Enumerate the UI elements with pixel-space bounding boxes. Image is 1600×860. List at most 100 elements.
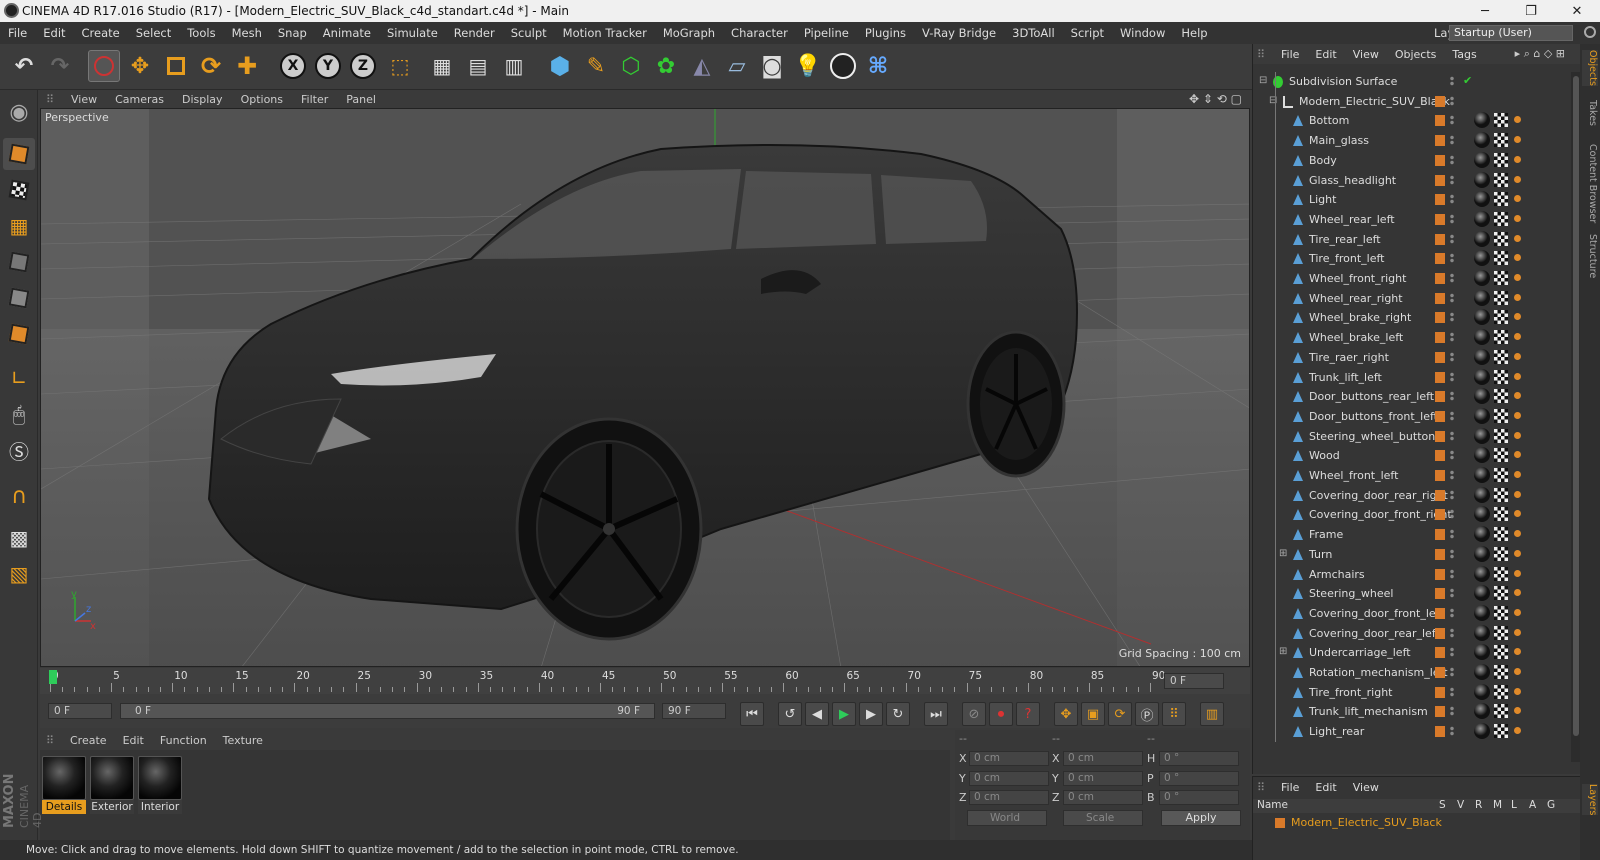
object-manager-tools-icons[interactable]: ▸ ⌕ ⌂ ◇ ⊞ xyxy=(1515,47,1565,61)
texture-tag-icon[interactable] xyxy=(1494,586,1508,601)
object-menu-objects[interactable]: Objects xyxy=(1387,48,1445,61)
python-script-icon[interactable]: ⌘ xyxy=(862,50,894,82)
material-tag-icon[interactable] xyxy=(1474,526,1490,543)
material-tag-icon[interactable] xyxy=(1474,427,1490,444)
visibility-dots-icon[interactable] xyxy=(1450,489,1454,500)
record-position-icon[interactable]: ⊘ xyxy=(962,702,986,726)
material-tag-icon[interactable] xyxy=(1474,171,1490,188)
texture-tag-icon[interactable] xyxy=(1494,389,1508,404)
visibility-dots-icon[interactable] xyxy=(1450,332,1454,343)
coord-size-field[interactable]: 0 cm xyxy=(1063,751,1143,766)
scale-mode-dropdown[interactable]: Scale xyxy=(1063,810,1143,826)
visibility-dots-icon[interactable] xyxy=(1450,588,1454,599)
object-row-undercarriage-left[interactable]: ⊞ Undercarriage_left xyxy=(1253,643,1571,663)
visibility-dots-icon[interactable] xyxy=(1450,135,1454,146)
autokey-icon[interactable]: ? xyxy=(1016,702,1040,726)
object-row-rotation-mechanism-left[interactable]: Rotation_mechanism_left xyxy=(1253,663,1571,683)
selection-tag-icon[interactable] xyxy=(1514,431,1521,439)
side-tab-content-browser[interactable]: Content Browser xyxy=(1582,144,1598,223)
menu-mograph[interactable]: MoGraph xyxy=(655,26,723,40)
object-row-steering-wheel[interactable]: Steering_wheel xyxy=(1253,584,1571,604)
menu-sculpt[interactable]: Sculpt xyxy=(503,26,555,40)
texture-tag-icon[interactable] xyxy=(1494,133,1508,148)
object-name[interactable]: Wheel_brake_left xyxy=(1309,331,1403,344)
next-key-icon[interactable]: ↻ xyxy=(886,702,910,726)
coord-rot-field[interactable]: 0 ° xyxy=(1159,790,1239,805)
texture-tag-icon[interactable] xyxy=(1494,566,1508,581)
side-tab-structure[interactable]: Structure xyxy=(1582,234,1598,278)
object-row-wheel-front-right[interactable]: Wheel_front_right xyxy=(1253,269,1571,289)
object-row-trunk-lift-mechanism[interactable]: Trunk_lift_mechanism xyxy=(1253,702,1571,722)
material-tag-icon[interactable] xyxy=(1474,467,1490,483)
object-name[interactable]: Trunk_lift_left xyxy=(1309,371,1382,384)
workplane-mode-icon[interactable]: ▦ xyxy=(3,210,35,242)
texture-tag-icon[interactable] xyxy=(1494,605,1508,620)
coord-size-field[interactable]: 0 cm xyxy=(1063,770,1143,786)
layer-color-swatch[interactable] xyxy=(1435,489,1445,501)
object-name[interactable]: Tire_rear_left xyxy=(1309,233,1381,246)
object-name[interactable]: Rotation_mechanism_left xyxy=(1309,666,1448,679)
layer-color-swatch[interactable] xyxy=(1435,450,1445,462)
menu-plugins[interactable]: Plugins xyxy=(857,26,914,40)
texture-tag-icon[interactable] xyxy=(1494,704,1508,719)
x-axis-lock-button[interactable]: X xyxy=(277,50,309,82)
maximize-button[interactable]: ❐ xyxy=(1508,0,1554,22)
selection-tag-icon[interactable] xyxy=(1514,372,1521,380)
viewport-menu-display[interactable]: Display xyxy=(173,93,232,106)
layer-name[interactable]: Modern_Electric_SUV_Black xyxy=(1291,816,1442,829)
viewport-menu-view[interactable]: View xyxy=(62,93,106,106)
play-icon[interactable]: ▶ xyxy=(832,702,856,726)
object-name[interactable]: Light xyxy=(1309,193,1336,206)
selection-tag-icon[interactable] xyxy=(1514,392,1521,400)
side-tab-objects[interactable]: Objects xyxy=(1582,50,1598,86)
material-tag-icon[interactable] xyxy=(1474,191,1490,208)
texture-tag-icon[interactable] xyxy=(1494,349,1508,364)
texture-tag-icon[interactable] xyxy=(1494,428,1508,443)
layer-color-swatch[interactable] xyxy=(1435,332,1445,344)
viewport-menu-options[interactable]: Options xyxy=(232,93,292,106)
layer-color-swatch[interactable] xyxy=(1435,686,1445,698)
object-row-covering-door-front-right[interactable]: Covering_door_front_right xyxy=(1253,505,1571,525)
texture-tag-icon[interactable] xyxy=(1494,724,1508,739)
material-tag-icon[interactable] xyxy=(1474,329,1490,346)
visibility-dots-icon[interactable] xyxy=(1450,292,1454,303)
texture-tag-icon[interactable] xyxy=(1494,172,1508,187)
object-row-armchairs[interactable]: Armchairs xyxy=(1253,565,1571,585)
texture-tag-icon[interactable] xyxy=(1494,310,1508,325)
texture-tag-icon[interactable] xyxy=(1494,468,1508,482)
coordinate-mode-dropdown[interactable]: World xyxy=(967,810,1047,826)
texture-tag-icon[interactable] xyxy=(1494,665,1508,679)
texture-tag-icon[interactable] xyxy=(1494,330,1508,345)
object-menu-file[interactable]: File xyxy=(1273,48,1307,61)
visibility-dots-icon[interactable] xyxy=(1450,667,1454,677)
visibility-dots-icon[interactable] xyxy=(1450,95,1454,106)
texture-tag-icon[interactable] xyxy=(1494,211,1508,226)
visibility-dots-icon[interactable] xyxy=(1450,194,1454,205)
material-details[interactable]: Details xyxy=(42,756,86,814)
selection-tag-icon[interactable] xyxy=(1514,510,1521,518)
previous-key-icon[interactable]: ↺ xyxy=(778,702,802,726)
layer-color-swatch[interactable] xyxy=(1435,627,1445,639)
object-name[interactable]: Wheel_front_right xyxy=(1309,272,1406,285)
material-tag-icon[interactable] xyxy=(1474,644,1490,661)
material-tag-icon[interactable] xyxy=(1474,210,1490,227)
layer-col-a[interactable]: A xyxy=(1529,799,1536,811)
magnet-icon[interactable]: ∩ xyxy=(3,480,35,512)
coord-rot-field[interactable]: 0 ° xyxy=(1159,770,1239,786)
object-row-tire-rear-left[interactable]: Tire_rear_left xyxy=(1253,230,1571,250)
object-name[interactable]: Door_buttons_rear_left xyxy=(1309,390,1434,403)
expand-icon[interactable]: ⊞ xyxy=(1279,548,1287,559)
object-row-wheel-brake-left[interactable]: Wheel_brake_left xyxy=(1253,328,1571,348)
object-name[interactable]: Wheel_rear_right xyxy=(1309,292,1403,305)
visibility-dots-icon[interactable] xyxy=(1450,312,1454,323)
menu-pipeline[interactable]: Pipeline xyxy=(796,26,857,40)
current-frame-field[interactable]: 0 F xyxy=(1164,673,1224,689)
object-name[interactable]: Covering_door_rear_left xyxy=(1309,627,1440,640)
selection-tag-icon[interactable] xyxy=(1514,195,1521,203)
enabled-check-icon[interactable]: ✔ xyxy=(1463,74,1472,87)
object-name[interactable]: Wood xyxy=(1309,449,1340,462)
layer-col-m[interactable]: M xyxy=(1493,799,1502,811)
object-name[interactable]: Steering_wheel_buttons xyxy=(1309,430,1441,443)
record-active-icon[interactable]: ⏺ xyxy=(989,702,1013,726)
axis-mode-icon[interactable]: ∟ xyxy=(3,362,35,394)
